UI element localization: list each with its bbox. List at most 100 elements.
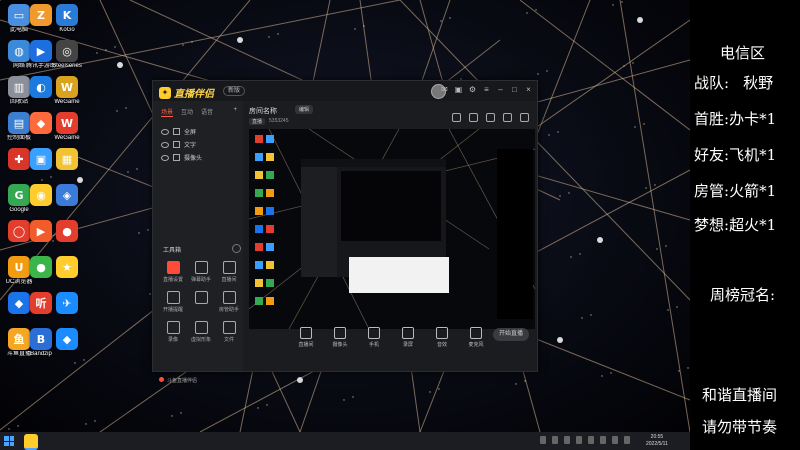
layout-icon[interactable]	[486, 113, 495, 122]
refresh-icon[interactable]	[503, 113, 512, 122]
phone-icon	[368, 327, 380, 339]
menu-icon[interactable]: ≡	[482, 85, 491, 94]
mode-badge[interactable]: 新版	[223, 86, 246, 96]
desktop-icon[interactable]: W WeGame	[52, 76, 82, 106]
desktop-icon[interactable]: ◈	[52, 184, 82, 207]
desktop-icon[interactable]: ★	[52, 256, 82, 279]
tab-voice[interactable]: 语音	[201, 107, 213, 117]
tool-label: 房管助手	[218, 307, 239, 313]
app-icon: B	[30, 328, 52, 350]
eye-icon[interactable]	[161, 141, 169, 148]
sound-icon	[436, 327, 448, 339]
maximize-icon[interactable]: □	[510, 85, 519, 94]
app-icon: W	[56, 112, 78, 134]
app-icon: Z	[30, 4, 52, 26]
tray-icon[interactable]	[612, 436, 618, 444]
mail-icon[interactable]: ✉	[440, 85, 449, 94]
desktop-icon[interactable]: ●	[52, 220, 82, 243]
tip-text: 斗鱼直播伴侣	[167, 378, 198, 384]
bottom-tool[interactable]: 音效	[431, 327, 453, 348]
wallpaper-dot	[676, 306, 678, 308]
desktop-icon[interactable]: ✈	[52, 292, 82, 315]
desktop-icon[interactable]: ◆	[52, 328, 82, 351]
wallpaper-dot	[546, 70, 548, 72]
bottom-tool-label: 录屏	[402, 342, 413, 348]
minimize-icon[interactable]: –	[496, 85, 505, 94]
more-icon[interactable]	[520, 113, 529, 122]
wallpaper-line	[619, 0, 690, 432]
room-edit-tag[interactable]: 编辑	[295, 105, 314, 114]
camera-icon	[173, 154, 180, 161]
tab-interact[interactable]: 互动	[181, 107, 193, 117]
desktop-icon[interactable]: ◎ Steelseries	[52, 40, 82, 70]
info-icon[interactable]	[232, 244, 241, 253]
wallpaper-dot	[136, 168, 138, 170]
taskbar-app-icon[interactable]	[24, 434, 38, 450]
taskbar: 20:55 2022/5/11	[0, 432, 690, 450]
wallpaper-dot	[645, 187, 647, 189]
room-title[interactable]: 房间名称	[249, 106, 277, 116]
app-icon: W	[56, 76, 78, 98]
gift-icon[interactable]: ▣	[454, 85, 463, 94]
tray-icon[interactable]	[540, 436, 546, 444]
tray-icon[interactable]	[564, 436, 570, 444]
wallpaper-dot	[610, 372, 612, 374]
bottom-toolbar: 直播间 摄像头 手机 录屏 音效 麦克风	[295, 327, 487, 348]
eye-icon[interactable]	[161, 154, 169, 161]
bottom-tool[interactable]: 麦克风	[465, 327, 487, 348]
eye-icon[interactable]	[161, 128, 169, 135]
tool-item[interactable]: 房管助手	[215, 291, 243, 313]
preview-mini-icon	[255, 297, 263, 305]
start-live-button[interactable]: 开始直播	[493, 328, 529, 341]
tool-item[interactable]: 弹幕助手	[187, 261, 215, 283]
lock-icon[interactable]	[469, 113, 478, 122]
bottom-tool[interactable]: 直播间	[295, 327, 317, 348]
app-icon: ◆	[30, 112, 52, 134]
tray-icon[interactable]	[588, 436, 594, 444]
wallpaper-dot	[601, 375, 603, 377]
desktop-icon[interactable]: K KoGo	[52, 4, 82, 34]
bottom-tool[interactable]: 摄像头	[329, 327, 351, 348]
bottom-tool-label: 摄像头	[332, 342, 348, 348]
bottom-tool[interactable]: 手机	[363, 327, 385, 348]
desktop-icon[interactable]: W WeGame	[52, 112, 82, 142]
wallpaper-dot	[138, 232, 140, 234]
tab-scene[interactable]: 场景	[161, 107, 174, 117]
preview-mini-icon	[266, 261, 274, 269]
wallpaper-dot	[127, 171, 129, 173]
tool-item[interactable]	[187, 291, 215, 313]
wallpaper-star	[117, 62, 123, 68]
scene-item[interactable]: 摄像头	[153, 151, 243, 164]
tool-label: 弹幕助手	[190, 277, 211, 283]
desktop-icon[interactable]: ▦	[52, 148, 82, 171]
meta-chip[interactable]: 直播	[249, 118, 266, 125]
friend-line: 好友:飞机*1	[694, 144, 776, 165]
tool-item[interactable]: 录像	[159, 321, 187, 343]
bottom-tool[interactable]: 录屏	[397, 327, 419, 348]
notice-icon	[159, 377, 164, 382]
wallpaper-dot	[83, 359, 85, 361]
scene-item[interactable]: 全屏	[153, 125, 243, 138]
tray-icon[interactable]	[576, 436, 582, 444]
preview-nested-canvas	[341, 171, 441, 241]
tool-item[interactable]: 虚拟形象	[187, 321, 215, 343]
grid-icon[interactable]	[452, 113, 461, 122]
tool-item[interactable]: 直播间	[215, 261, 243, 283]
wallpaper-star	[77, 177, 83, 183]
tool-item[interactable]: 直播设置	[159, 261, 187, 283]
region-text: 电信区	[720, 44, 766, 62]
desktop-icon-label: UC浏览器	[5, 279, 33, 285]
scene-item[interactable]: 文字	[153, 138, 243, 151]
start-menu-icon[interactable]	[4, 436, 14, 446]
clock[interactable]: 20:55 2022/5/11	[646, 434, 668, 448]
add-scene-button[interactable]: +	[233, 107, 237, 117]
tool-item[interactable]: 开播提醒	[159, 291, 187, 313]
tray-icon[interactable]	[552, 436, 558, 444]
settings-icon[interactable]: ⚙	[468, 85, 477, 94]
tray-icon[interactable]	[600, 436, 606, 444]
tool-item[interactable]: 文件	[215, 321, 243, 343]
tray-icon[interactable]	[624, 436, 630, 444]
stream-preview[interactable]	[249, 129, 535, 329]
close-icon[interactable]: ×	[524, 85, 533, 94]
app-icon: ▣	[30, 148, 52, 170]
